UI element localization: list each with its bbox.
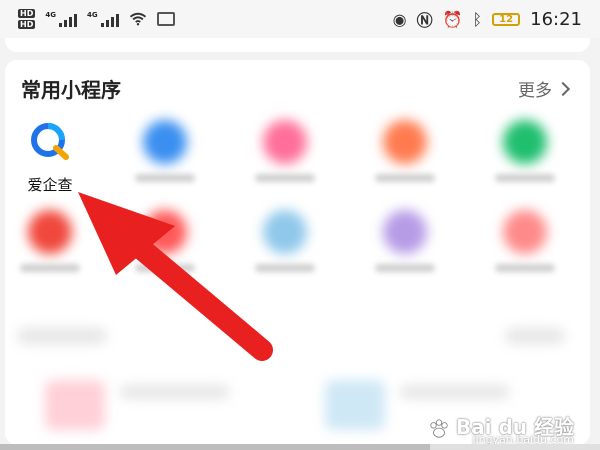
blurred-label [495, 264, 555, 272]
blurred-app-icon [143, 120, 187, 164]
mini-programs-card: 常用小程序 更多 爱企查 [5, 60, 590, 445]
blurred-app-icon [28, 210, 72, 254]
blurred-label [255, 264, 315, 272]
blurred-label [135, 264, 195, 272]
app-label: 爱企查 [27, 176, 73, 194]
blurred-label [375, 264, 435, 272]
app-blurred[interactable] [240, 210, 330, 272]
app-blurred[interactable] [5, 210, 95, 272]
eye-icon: ◉ [392, 9, 407, 29]
blurred-label [495, 174, 555, 182]
signal-tag: 4G [45, 11, 56, 19]
hd-badge: HD [18, 20, 36, 29]
app-blurred[interactable] [360, 120, 450, 182]
more-link[interactable]: 更多 [518, 76, 571, 101]
aiqicha-icon [28, 120, 72, 164]
app-aiqicha[interactable]: 爱企查 [5, 120, 95, 195]
app-blurred[interactable] [240, 120, 330, 182]
clock: 16:21 [530, 8, 582, 30]
blurred-app-icon [383, 120, 427, 164]
scroll-indicator [0, 444, 600, 450]
blurred-text [400, 385, 510, 399]
baidu-jingyan-watermark: Bai du 经验 jingyan.baidu.com [428, 411, 574, 446]
blurred-app-icon [503, 120, 547, 164]
hd-indicators: HD HD [18, 9, 36, 29]
signal-tag: 4G [86, 11, 98, 19]
app-blurred[interactable] [480, 210, 570, 272]
blurred-thumbnail [45, 380, 105, 430]
app-blurred[interactable] [120, 210, 210, 272]
alarm-icon: ⏰ [442, 9, 463, 29]
wifi-icon [129, 12, 146, 26]
section-title: 常用小程序 [21, 78, 121, 102]
battery-icon: 12 [492, 12, 521, 26]
blurred-label [20, 264, 80, 272]
blurred-label [255, 174, 315, 182]
status-right: ◉ Ⓝ ⏰ ᛒ 12 16:21 [393, 7, 582, 31]
app-blurred[interactable] [480, 120, 570, 182]
top-card [5, 38, 590, 52]
status-bar: HD HD 4G 4G ◉ Ⓝ ⏰ ᛒ 12 16:21 [0, 0, 600, 38]
signal-icon: 4G [45, 11, 77, 27]
blurred-label [375, 174, 435, 182]
more-label: 更多 [518, 81, 552, 101]
bluetooth-icon: ᛒ [472, 9, 483, 29]
notification-icon [156, 12, 175, 26]
signal-icon: 4G [87, 11, 119, 27]
paw-icon [430, 419, 448, 438]
blurred-label [135, 174, 195, 182]
blurred-text [120, 385, 230, 399]
blurred-app-icon [383, 210, 427, 254]
blurred-thumbnail [325, 380, 385, 430]
blurred-app-icon [263, 120, 307, 164]
hd-badge: HD [18, 9, 36, 18]
blurred-heading [17, 328, 107, 344]
nfc-icon: Ⓝ [416, 11, 433, 30]
blurred-app-icon [263, 210, 307, 254]
blurred-app-icon [503, 210, 547, 254]
blurred-more [505, 328, 565, 344]
scroll-thumb [0, 444, 430, 450]
app-blurred[interactable] [360, 210, 450, 272]
status-left: HD HD 4G 4G [18, 9, 175, 29]
chevron-right-icon [555, 81, 571, 96]
blurred-app-icon [143, 210, 187, 254]
app-blurred[interactable] [120, 120, 210, 182]
